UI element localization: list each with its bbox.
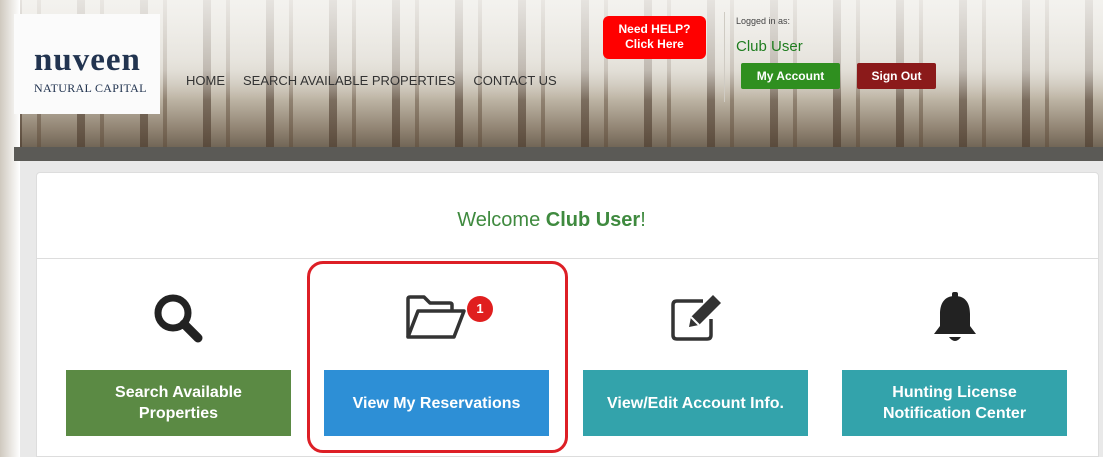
main-nav: HOME SEARCH AVAILABLE PROPERTIES CONTACT… <box>186 73 557 88</box>
welcome-suffix: ! <box>640 209 646 231</box>
edit-account-button[interactable]: View/Edit Account Info. <box>583 370 808 436</box>
my-account-button[interactable]: My Account <box>741 63 840 89</box>
help-button-line1: Need HELP? <box>618 22 691 36</box>
need-help-button[interactable]: Need HELP? Click Here <box>603 16 706 59</box>
logged-in-label: Logged in as: <box>736 16 791 26</box>
reservations-highlight-box <box>307 261 568 453</box>
header-divider <box>724 12 725 102</box>
hunting-license-button[interactable]: Hunting License Notification Center <box>842 370 1067 436</box>
header-strip <box>14 147 1103 161</box>
welcome-divider <box>37 258 1098 259</box>
search-icon[interactable] <box>152 292 204 344</box>
nav-search-properties[interactable]: SEARCH AVAILABLE PROPERTIES <box>243 73 455 88</box>
nav-home[interactable]: HOME <box>186 73 225 88</box>
nav-contact-us[interactable]: CONTACT US <box>473 73 556 88</box>
logged-in-user: Club User <box>736 38 803 55</box>
welcome-message: Welcome Club User! <box>0 209 1103 232</box>
help-button-line2: Click Here <box>625 37 684 51</box>
sign-out-button[interactable]: Sign Out <box>857 63 936 89</box>
welcome-prefix: Welcome <box>457 209 546 231</box>
welcome-user-name: Club User <box>545 209 641 231</box>
bell-icon[interactable] <box>930 290 980 348</box>
logo-text: nuveen <box>34 42 141 78</box>
search-properties-button[interactable]: Search Available Properties <box>66 370 291 436</box>
edit-icon[interactable] <box>669 293 725 343</box>
logo-subtext: NATURAL CAPITAL <box>34 81 147 95</box>
logo-box[interactable]: nuveen NATURAL CAPITAL <box>14 14 160 114</box>
